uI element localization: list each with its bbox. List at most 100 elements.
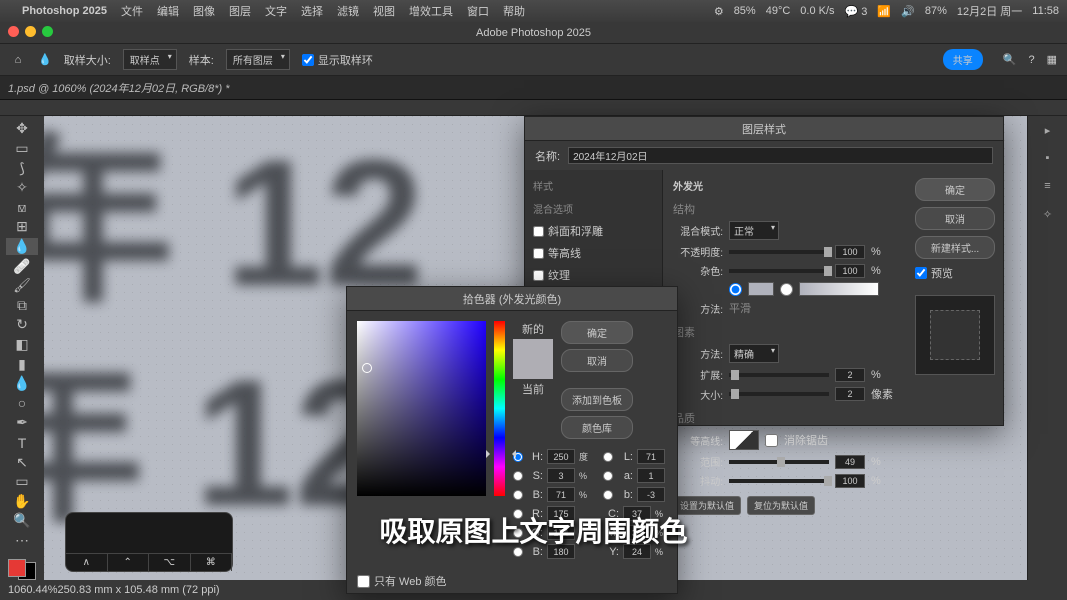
b-radio[interactable] [513,490,523,500]
a-input[interactable]: 1 [637,468,665,483]
edit-toolbar[interactable]: ⋯ [6,532,38,550]
path-tool[interactable]: ↖ [6,453,38,471]
opacity-slider[interactable] [729,250,829,254]
vol-icon[interactable]: 🔊 [901,5,915,18]
reset-default-button[interactable]: 复位为默认值 [747,496,815,515]
lab-b-radio[interactable] [603,490,613,500]
sample-size-dropdown[interactable]: 取样点 [123,49,177,70]
color-libs-button[interactable]: 颜色库 [561,416,633,439]
h-input[interactable]: 250 [547,449,575,464]
home-icon[interactable]: ⌂ [10,52,26,68]
wand-tool[interactable]: ✧ [6,179,38,197]
wifi-icon[interactable]: 📶 [877,5,891,18]
a-radio[interactable] [603,471,613,481]
glow-gradient[interactable] [799,282,879,296]
search-icon[interactable]: 🔍 [1003,53,1017,66]
menu-select[interactable]: 选择 [301,3,323,19]
spread-slider[interactable] [729,373,829,377]
lab-b-input[interactable]: -3 [637,487,665,502]
pen-tool[interactable]: ✒ [6,414,38,432]
add-swatch-button[interactable]: 添加到色板 [561,388,633,411]
app-name[interactable]: Photoshop 2025 [22,5,107,17]
fx-texture[interactable]: 纹理 [525,264,662,286]
fx-bevel[interactable]: 斜面和浮雕 [525,220,662,242]
brush-tool[interactable]: 🖌 [6,277,38,295]
picker-cancel-button[interactable]: 取消 [561,349,633,372]
menu-help[interactable]: 帮助 [503,3,525,19]
menu-type[interactable]: 文字 [265,3,287,19]
panel-icon-1[interactable]: ▸ [1028,116,1067,144]
glow-gradient-radio[interactable] [780,283,793,296]
b-input[interactable]: 71 [547,487,575,502]
panel-icon-3[interactable]: ≡ [1028,172,1067,200]
menu-filter[interactable]: 滤镜 [337,3,359,19]
menu-image[interactable]: 图像 [193,3,215,19]
technique-dropdown[interactable]: 精确 [729,344,779,363]
menu-window[interactable]: 窗口 [467,3,489,19]
noise-input[interactable] [835,264,865,278]
wechat-icon[interactable]: 💬 3 [845,5,868,18]
sv-field[interactable] [357,321,486,496]
menu-edit[interactable]: 编辑 [157,3,179,19]
l-input[interactable]: 71 [637,449,665,464]
panel-icon-2[interactable]: ▪ [1028,144,1067,172]
tb-3[interactable]: ⌥ [149,554,191,571]
cat-blend[interactable]: 混合选项 [525,197,662,220]
opacity-input[interactable] [835,245,865,259]
picker-ok-button[interactable]: 确定 [561,321,633,344]
share-button[interactable]: 共享 [943,49,983,70]
frame-tool[interactable]: ⊞ [6,218,38,236]
shape-tool[interactable]: ▭ [6,473,38,491]
s-input[interactable]: 3 [547,468,575,483]
antialias-checkbox[interactable] [765,434,778,447]
jitter-input[interactable] [835,474,865,488]
help-icon[interactable]: ? [1028,54,1034,66]
eyedropper-tool[interactable]: 💧 [6,238,38,256]
hue-indicator[interactable] [490,446,512,454]
jitter-slider[interactable] [729,479,829,483]
crop-tool[interactable]: ⟏ [6,198,38,216]
color-preview[interactable] [513,339,553,379]
size-input[interactable] [835,387,865,401]
show-ring-checkbox[interactable]: 显示取样环 [302,52,373,68]
menu-file[interactable]: 文件 [121,3,143,19]
menu-view[interactable]: 视图 [373,3,395,19]
eraser-tool[interactable]: ◧ [6,336,38,354]
move-tool[interactable]: ✥ [6,120,38,138]
new-style-button[interactable]: 新建样式... [915,236,995,259]
workspace-icon[interactable]: ▦ [1047,53,1057,66]
cancel-button[interactable]: 取消 [915,207,995,230]
hand-tool[interactable]: ✋ [6,493,38,511]
size-slider[interactable] [729,392,829,396]
color-swatches[interactable] [8,559,36,580]
ok-button[interactable]: 确定 [915,178,995,201]
sv-indicator[interactable] [362,363,372,373]
noise-slider[interactable] [729,269,829,273]
sample-dropdown[interactable]: 所有图层 [226,49,290,70]
type-tool[interactable]: T [6,434,38,452]
s-radio[interactable] [513,471,523,481]
range-slider[interactable] [729,460,829,464]
web-only-checkbox[interactable] [357,575,370,588]
hue-strip[interactable] [494,321,505,496]
stamp-tool[interactable]: ⧉ [6,296,38,314]
cat-styles[interactable]: 样式 [525,174,662,197]
lasso-tool[interactable]: ⟆ [6,159,38,177]
tb-1[interactable]: ∧ [66,554,108,571]
marquee-tool[interactable]: ▭ [6,140,38,158]
eyedropper-icon[interactable]: 💧 [38,53,52,66]
layer-name-input[interactable] [568,147,993,164]
picker-title[interactable]: 拾色器 (外发光颜色) [347,287,677,311]
glow-color-swatch[interactable] [748,282,774,296]
blur-tool[interactable]: 💧 [6,375,38,393]
minimize-icon[interactable] [25,26,36,37]
layer-style-title[interactable]: 图层样式 [525,117,1003,141]
spread-input[interactable] [835,368,865,382]
blend-mode-dropdown[interactable]: 正常 [729,221,779,240]
close-icon[interactable] [8,26,19,37]
gradient-tool[interactable]: ▮ [6,355,38,373]
menu-layer[interactable]: 图层 [229,3,251,19]
preview-checkbox[interactable]: 预览 [915,265,995,281]
zoom-icon[interactable] [42,26,53,37]
glow-color-radio[interactable] [729,283,742,296]
